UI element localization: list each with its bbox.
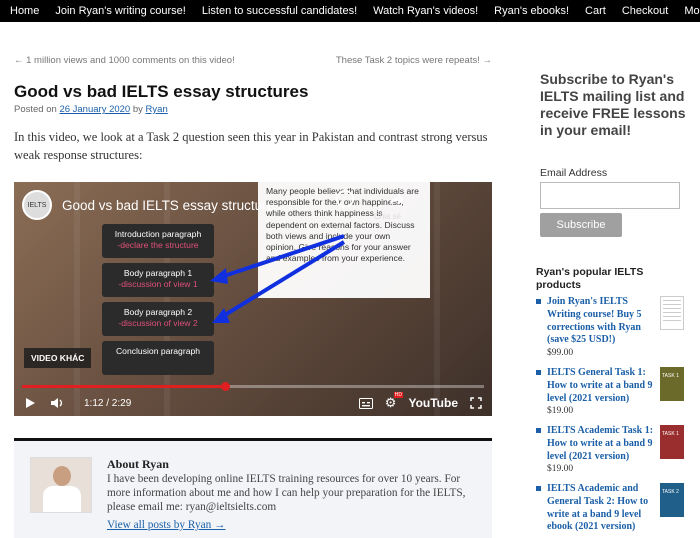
product-link[interactable]: IELTS General Task 1: How to write at a … xyxy=(547,367,655,405)
nav-home[interactable]: Home xyxy=(10,5,39,17)
youtube-logo[interactable]: YouTube xyxy=(408,396,458,410)
top-navigation: Home Join Ryan's writing course! Listen … xyxy=(0,0,700,22)
photo-body xyxy=(43,486,81,512)
post-meta: Posted on 26 January 2020 by Ryan xyxy=(14,104,168,115)
bullet-icon xyxy=(536,486,541,491)
video-time: 1:12 / 2:29 xyxy=(84,397,132,409)
previous-post-link[interactable]: ← 1 million views and 1000 comments on t… xyxy=(14,55,235,66)
progress-fill xyxy=(22,385,226,388)
captions-icon[interactable] xyxy=(358,397,373,409)
product-thumbnail[interactable]: TASK 1 xyxy=(660,425,684,459)
nav-candidates[interactable]: Listen to successful candidates! xyxy=(202,5,357,17)
subscribe-button[interactable]: Subscribe xyxy=(540,213,622,237)
next-post-link[interactable]: These Task 2 topics were repeats! → xyxy=(336,55,492,66)
nav-videos[interactable]: Watch Ryan's videos! xyxy=(373,5,478,17)
post-navigation: ← 1 million views and 1000 comments on t… xyxy=(14,55,492,66)
post-title: Good vs bad IELTS essay structures xyxy=(14,82,309,101)
product-price: $99.00 xyxy=(547,348,574,358)
product-link[interactable]: Join Ryan's IELTS Writing course! Buy 5 … xyxy=(547,296,655,347)
arrow-head xyxy=(210,268,228,284)
arrows-overlay xyxy=(210,234,346,323)
arrow-line xyxy=(218,240,346,320)
fullscreen-icon[interactable] xyxy=(470,397,482,409)
product-price: $19.00 xyxy=(547,406,574,416)
volume-icon[interactable] xyxy=(50,397,64,409)
bullet-icon xyxy=(536,370,541,375)
view-all-posts-link[interactable]: View all posts by Ryan → xyxy=(107,519,225,531)
book-label: TASK 1 xyxy=(662,431,679,437)
popular-products-title: Ryan's popular IELTS products xyxy=(536,266,644,291)
nav-cart[interactable]: Cart xyxy=(585,5,606,17)
product-thumbnail[interactable] xyxy=(660,296,684,330)
post-date-link[interactable]: 26 January 2020 xyxy=(59,104,130,115)
product-link[interactable]: IELTS Academic Task 1: How to write at a… xyxy=(547,425,655,463)
video-player[interactable]: IELTS Good vs bad IELTS essay structures… xyxy=(14,182,492,416)
nav-ebooks[interactable]: Ryan's ebooks! xyxy=(494,5,569,17)
bullet-icon xyxy=(536,299,541,304)
video-controls: 1:12 / 2:29 ⚙ HD YouTube xyxy=(14,390,492,416)
product-thumbnail[interactable]: TASK 1 xyxy=(660,367,684,401)
settings-button[interactable]: ⚙ HD xyxy=(385,392,404,411)
photo-head xyxy=(53,466,71,486)
hd-badge: HD xyxy=(393,392,404,398)
book-label: TASK 2 xyxy=(662,489,679,495)
subscribe-title: Subscribe to Ryan's IELTS mailing list a… xyxy=(540,71,686,138)
product-thumbnail[interactable]: TASK 2 xyxy=(660,483,684,517)
author-heading: About Ryan xyxy=(107,457,169,471)
more-videos-badge[interactable]: VIDEO KHÁC xyxy=(24,348,92,368)
play-icon[interactable] xyxy=(24,397,36,409)
author-photo xyxy=(30,457,92,513)
author-bio: I have been developing online IELTS trai… xyxy=(107,473,466,513)
nav-more[interactable]: More... xyxy=(684,5,700,17)
nav-checkout[interactable]: Checkout xyxy=(622,5,668,17)
arrow-line xyxy=(217,234,345,280)
post-intro: In this video, we look at a Task 2 quest… xyxy=(14,130,488,162)
by-label: by xyxy=(132,104,143,115)
email-input[interactable] xyxy=(540,182,680,209)
author-link[interactable]: Ryan xyxy=(146,104,168,115)
bullet-icon xyxy=(536,428,541,433)
email-label: Email Address xyxy=(540,167,608,179)
book-label: TASK 1 xyxy=(662,373,679,379)
author-box: About Ryan I have been developing online… xyxy=(14,438,492,538)
product-price: $19.00 xyxy=(547,464,574,474)
video-controls-right: ⚙ HD YouTube xyxy=(358,392,482,411)
video-progress-bar[interactable] xyxy=(22,382,484,391)
nav-writing-course[interactable]: Join Ryan's writing course! xyxy=(55,5,186,17)
posted-on-label: Posted on xyxy=(14,104,57,115)
product-link[interactable]: IELTS Academic and General Task 2: How t… xyxy=(547,483,655,534)
